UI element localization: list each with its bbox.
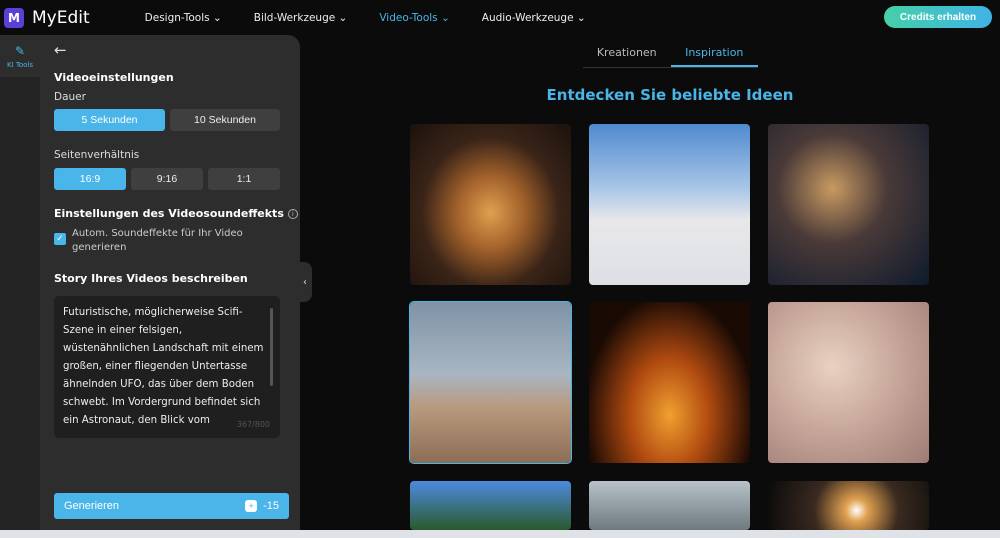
credits-button[interactable]: Credits erhalten bbox=[884, 6, 992, 28]
ratio-9-16-button[interactable]: 9:16 bbox=[131, 168, 203, 190]
nav-video-tools[interactable]: Video-Tools ⌄ bbox=[379, 12, 449, 24]
bottom-scrollbar[interactable] bbox=[0, 530, 1000, 538]
sound-title-text: Einstellungen des Videosoundeffekts bbox=[54, 207, 284, 220]
sound-settings-title: Einstellungen des Videosoundeffekts i bbox=[54, 207, 298, 220]
gallery-item-dome[interactable] bbox=[589, 481, 750, 530]
gallery-item-pancakes[interactable] bbox=[410, 124, 571, 285]
tool-rail: ✎ KI Tools bbox=[0, 35, 40, 530]
collapse-panel-icon[interactable]: ‹ bbox=[298, 262, 312, 302]
app-name: MyEdit bbox=[32, 7, 90, 28]
gallery-item-ufo-astronaut[interactable] bbox=[409, 301, 572, 464]
magic-wand-icon: ✎ bbox=[14, 43, 26, 58]
gallery-heading: Entdecken Sie beliebte Ideen bbox=[546, 86, 794, 104]
generate-button[interactable]: Generieren + -15 bbox=[54, 493, 289, 519]
story-textarea[interactable]: Futuristische, möglicherweise Scifi-Szen… bbox=[54, 296, 280, 438]
settings-panel: ← Videoeinstellungen Dauer 5 Sekunden 10… bbox=[40, 35, 300, 530]
generate-label: Generieren bbox=[64, 500, 120, 512]
nav-design-tools[interactable]: Design-Tools ⌄ bbox=[145, 12, 222, 24]
duration-label: Dauer bbox=[54, 91, 86, 103]
back-arrow-icon[interactable]: ← bbox=[54, 41, 67, 59]
info-icon[interactable]: i bbox=[287, 209, 298, 219]
credit-icon: + bbox=[245, 500, 258, 512]
tab-kreationen[interactable]: Kreationen bbox=[583, 40, 671, 67]
nav-audio-werkzeuge[interactable]: Audio-Werkzeuge ⌄ bbox=[482, 12, 586, 24]
ratio-16-9-button[interactable]: 16:9 bbox=[54, 168, 126, 190]
logo-icon: M bbox=[4, 7, 24, 28]
rail-item-ki-tools[interactable]: ✎ KI Tools bbox=[0, 35, 40, 77]
story-title: Story Ihres Videos beschreiben bbox=[54, 272, 248, 285]
rail-label: KI Tools bbox=[6, 60, 34, 69]
nav-bild-werkzeuge[interactable]: Bild-Werkzeuge ⌄ bbox=[254, 12, 348, 24]
logo[interactable]: M MyEdit bbox=[4, 7, 90, 28]
tabs: Kreationen Inspiration bbox=[583, 40, 758, 68]
ratio-1-1-button[interactable]: 1:1 bbox=[208, 168, 280, 190]
video-settings-title: Videoeinstellungen bbox=[54, 71, 174, 84]
generate-cost: -15 bbox=[263, 500, 279, 512]
gallery-item-forest[interactable] bbox=[410, 481, 571, 530]
duration-10s-button[interactable]: 10 Sekunden bbox=[170, 109, 280, 131]
gallery-item-kitten[interactable] bbox=[768, 302, 929, 463]
tab-inspiration[interactable]: Inspiration bbox=[670, 40, 758, 67]
gallery-item-whiskey-fire[interactable] bbox=[589, 302, 750, 463]
gallery-item-coral-reef[interactable] bbox=[768, 124, 929, 285]
duration-5s-button[interactable]: 5 Sekunden bbox=[54, 109, 165, 131]
story-text: Futuristische, möglicherweise Scifi-Szen… bbox=[63, 307, 264, 426]
char-count: 367/800 bbox=[236, 420, 270, 429]
sound-checkbox[interactable]: ✓ bbox=[54, 233, 66, 245]
textarea-scrollbar[interactable] bbox=[270, 308, 273, 386]
gallery-item-planet[interactable] bbox=[768, 481, 929, 530]
sound-checkbox-label: Autom. Soundeffekte für Ihr Video generi… bbox=[72, 228, 243, 253]
ratio-label: Seitenverhältnis bbox=[54, 149, 140, 161]
top-nav: M MyEdit Design-Tools ⌄ Bild-Werkzeuge ⌄… bbox=[0, 0, 1000, 35]
gallery-item-polar-bear[interactable] bbox=[589, 124, 750, 285]
